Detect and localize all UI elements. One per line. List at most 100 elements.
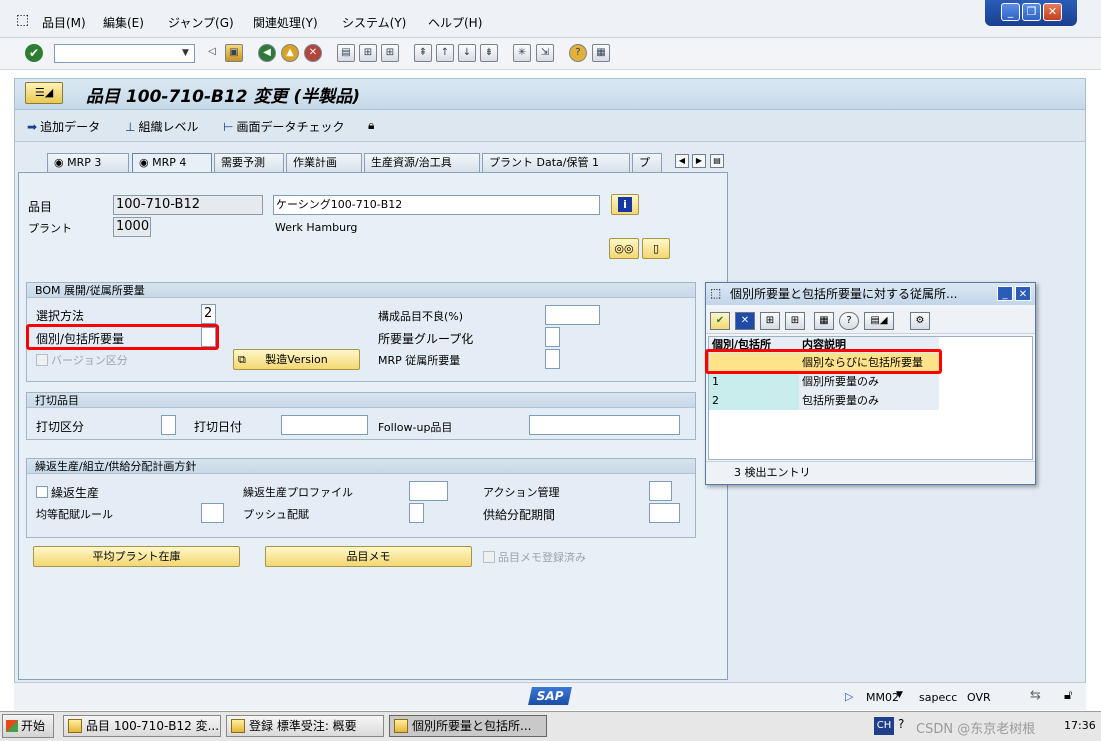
close-button[interactable]: ✕ <box>1043 3 1062 21</box>
tab-work-scheduling[interactable]: 作業計画 <box>286 153 362 173</box>
copy-icon: ⧉ <box>238 353 246 366</box>
menu-environment[interactable]: 関連処理(Y) <box>253 14 318 31</box>
status-expand-icon[interactable]: ▷ <box>845 690 853 703</box>
watermark: CSDN @东京老树根 <box>916 722 1036 737</box>
check-icon: ⊢ <box>223 120 234 134</box>
action-control-field[interactable] <box>649 481 672 501</box>
material-description-field[interactable]: ケーシング100-710-B12 <box>273 195 600 215</box>
document-icon[interactable]: ▯ <box>642 238 670 259</box>
help-icon[interactable]: ? <box>898 717 904 731</box>
print-icon[interactable]: ▤◢ <box>864 312 894 330</box>
previous-page-icon[interactable]: ↑ <box>436 44 454 62</box>
dialog-minimize-button[interactable]: _ <box>997 286 1013 301</box>
lock-icon[interactable]: 🔒︎ <box>368 118 374 133</box>
table-cell-code[interactable]: 1 <box>709 372 799 391</box>
menu-goto[interactable]: ジャンプ(G) <box>168 14 234 31</box>
material-memo-button[interactable]: 品目メモ <box>265 546 472 567</box>
tab-prt[interactable]: 生産資源/治工具 <box>364 153 480 173</box>
tab-plant-data-storage1[interactable]: プラント Data/保管 1 <box>482 153 630 173</box>
push-distribution-field[interactable] <box>409 503 424 523</box>
create-session-icon[interactable]: ✳ <box>513 44 531 62</box>
menu-edit[interactable]: 編集(E) <box>103 14 144 31</box>
command-field[interactable]: ▼ <box>54 44 195 63</box>
settings-icon[interactable]: ⚙ <box>910 312 930 330</box>
back-arrow-icon[interactable]: ◁ <box>203 44 221 62</box>
confirm-icon[interactable]: ✔ <box>710 312 730 330</box>
window-menu-icon[interactable]: ⬚ <box>16 12 29 28</box>
menu-help[interactable]: ヘルプ(H) <box>428 14 482 31</box>
exit-icon[interactable]: ▲ <box>281 44 299 62</box>
repetitive-mfg-label: 繰返生産 <box>51 486 100 500</box>
tab-scroll-left-icon[interactable]: ◀ <box>675 154 689 168</box>
requirements-group-field[interactable] <box>545 327 560 347</box>
taskbar-item[interactable]: 個別所要量と包括所... <box>389 715 547 737</box>
tab-forecasting[interactable]: 需要予測 <box>214 153 284 173</box>
help-icon[interactable]: ? <box>839 312 859 330</box>
menu-system[interactable]: システム(Y) <box>342 14 406 31</box>
average-plant-stock-button[interactable]: 平均プラント在庫 <box>33 546 240 567</box>
repetitive-mfg-checkbox[interactable] <box>36 486 48 498</box>
page-title: 品目 100-710-B12 変更 (半製品) <box>86 87 360 107</box>
menu-material[interactable]: 品目(M) <box>42 14 86 31</box>
resize-icon[interactable]: ⇆ <box>1030 688 1041 703</box>
find-icon[interactable]: ⊞ <box>359 44 377 62</box>
shortcut-icon[interactable]: ⇲ <box>536 44 554 62</box>
window-controls: _ ❐ ✕ <box>985 0 1077 26</box>
taskbar-item[interactable]: 品目 100-710-B12 変... <box>63 715 221 737</box>
tab-list-icon[interactable]: ▤ <box>710 154 724 168</box>
find-icon[interactable]: ⊞ <box>760 312 780 330</box>
cancel-icon[interactable]: ✕ <box>304 44 322 62</box>
deployment-horizon-label: 供給分配期間 <box>483 508 556 522</box>
minimize-button[interactable]: _ <box>1001 3 1020 21</box>
menu-icon[interactable]: ☰◢ <box>25 82 63 104</box>
tab-mrp4[interactable]: ◉ MRP 4 <box>132 153 212 174</box>
deployment-horizon-field[interactable] <box>649 503 680 523</box>
first-page-icon[interactable]: ⇞ <box>414 44 432 62</box>
check-screen-data-button[interactable]: ⊢ 画面データチェック <box>223 118 344 135</box>
next-page-icon[interactable]: ↓ <box>458 44 476 62</box>
effective-out-date-field[interactable] <box>281 415 368 435</box>
info-button[interactable]: i <box>611 194 639 215</box>
follow-up-material-label: Follow-up品目 <box>378 421 453 434</box>
cancel-icon[interactable]: ✕ <box>735 312 755 330</box>
follow-up-material-field[interactable] <box>529 415 680 435</box>
mrp-dependent-req-field[interactable] <box>545 349 560 369</box>
table-cell-description[interactable]: 個別所要量のみ <box>799 372 939 391</box>
org-levels-button[interactable]: ⊥ 組織レベル <box>125 118 198 135</box>
version-indicator-checkbox[interactable] <box>36 354 48 366</box>
table-cell-description[interactable]: 包括所要量のみ <box>799 391 939 410</box>
sort-icon[interactable]: ▦ <box>814 312 834 330</box>
action-control-label: アクション管理 <box>483 486 560 499</box>
memo-exists-checkbox <box>483 551 495 563</box>
tab-scroll-right-icon[interactable]: ▶ <box>692 154 706 168</box>
print-icon[interactable]: ▤ <box>337 44 355 62</box>
selection-method-field[interactable]: 2 <box>201 304 216 324</box>
save-icon[interactable]: ▣ <box>225 44 243 62</box>
fair-share-rule-field[interactable] <box>201 503 224 523</box>
add-data-button[interactable]: ➡ 追加データ <box>27 118 100 135</box>
taskbar-item[interactable]: 登録 標準受注: 概要 <box>226 715 384 737</box>
layout-menu-icon[interactable]: ▦ <box>592 44 610 62</box>
table-cell-code[interactable]: 2 <box>709 391 799 410</box>
last-page-icon[interactable]: ⇟ <box>480 44 498 62</box>
dialog-close-button[interactable]: ✕ <box>1015 286 1031 301</box>
plant-field[interactable]: 1000 <box>113 217 151 237</box>
help-icon[interactable]: ? <box>569 44 587 62</box>
discontinuation-indicator-field[interactable] <box>161 415 176 435</box>
find-next-icon[interactable]: ⊞ <box>785 312 805 330</box>
component-scrap-field[interactable] <box>545 305 600 325</box>
rem-profile-field[interactable] <box>409 481 448 501</box>
status-dropdown-icon[interactable]: ▼ <box>896 690 903 700</box>
find-next-icon[interactable]: ⊞ <box>381 44 399 62</box>
glasses-icon[interactable]: ◎◎ <box>609 238 639 259</box>
start-button[interactable]: 开始 <box>2 714 54 738</box>
production-version-button[interactable]: ⧉ 製造Version <box>233 349 360 370</box>
ime-indicator[interactable]: CH <box>874 717 894 735</box>
tab-more[interactable]: プ <box>632 153 662 173</box>
material-field[interactable]: 100-710-B12 <box>113 195 263 215</box>
restore-button[interactable]: ❐ <box>1022 3 1041 21</box>
chevron-down-icon[interactable]: ▼ <box>178 46 193 61</box>
tab-mrp3[interactable]: ◉ MRP 3 <box>47 153 129 173</box>
enter-icon[interactable]: ✔ <box>25 44 43 62</box>
back-icon[interactable]: ◀ <box>258 44 276 62</box>
